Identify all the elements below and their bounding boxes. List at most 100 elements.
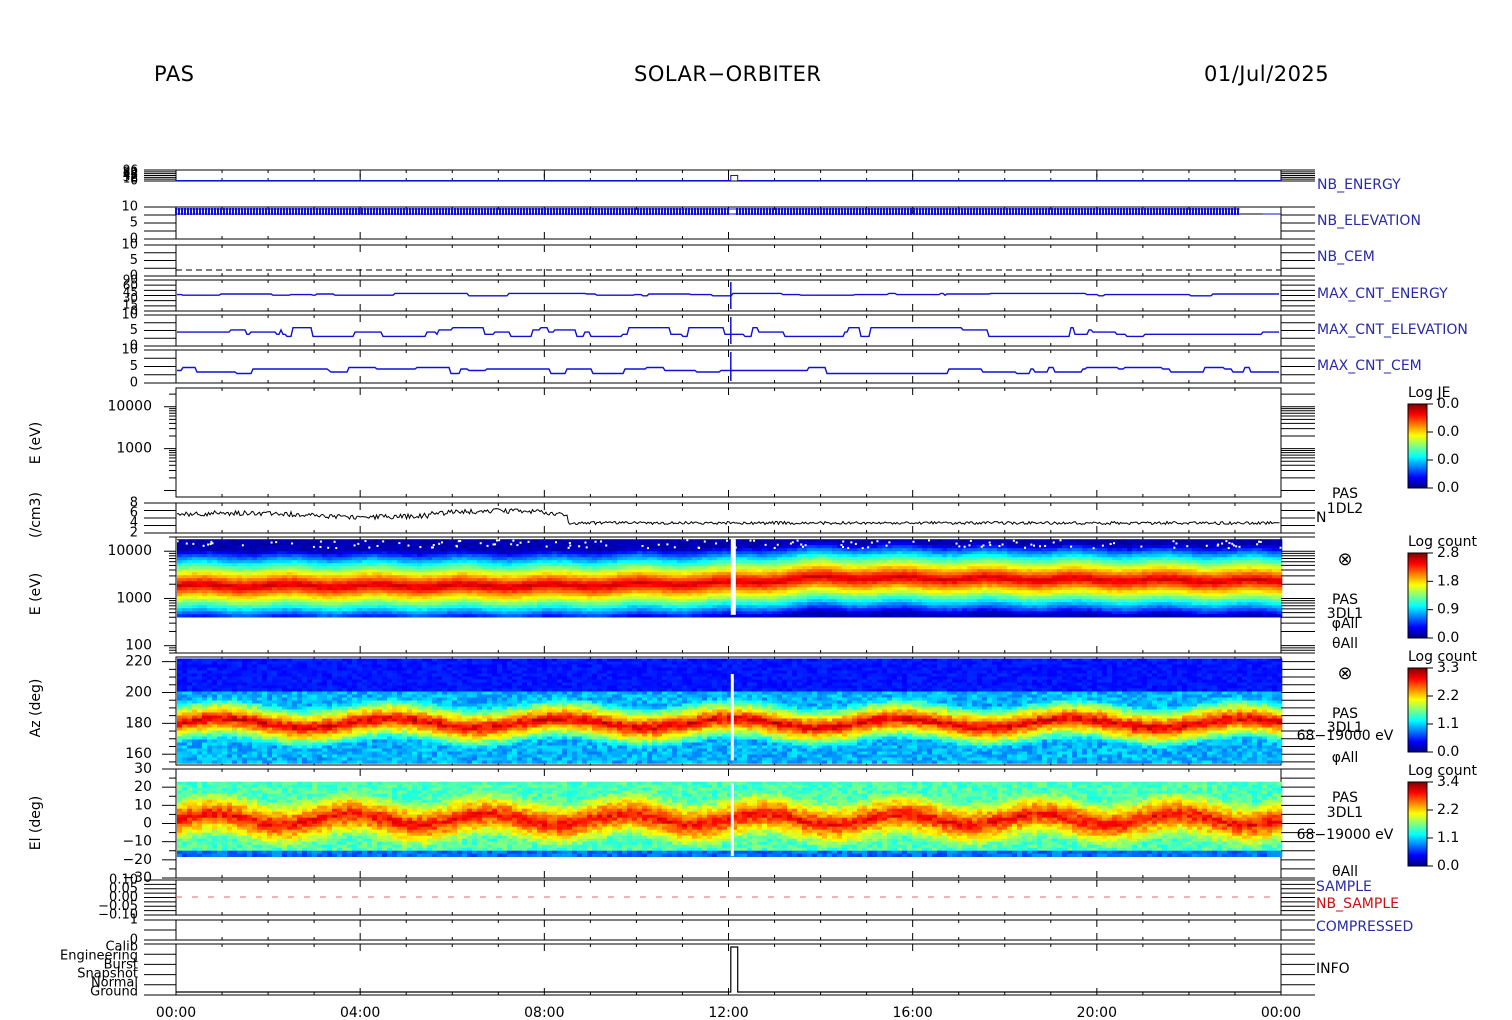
spectrogram-cell [227,599,233,603]
spectrogram-cell [362,572,368,576]
spectrogram-cell [892,614,898,618]
spectrogram-cell [842,611,848,615]
spectrogram-cell [737,557,743,561]
colorbar-tick-label: 0.0 [1437,424,1459,440]
spectrogram-cell [527,548,533,552]
spectrogram-cell [367,581,373,585]
spectrogram-cell [262,548,268,552]
spectrogram-cell [777,551,783,555]
spectrogram-cell [382,599,388,603]
spectrogram-cell [257,572,263,576]
spectrogram-cell [707,614,713,618]
spectrogram-cell [272,560,278,564]
spectrogram-cell [972,596,978,600]
spectrogram-cell [277,563,283,567]
spectrogram-cell [447,584,453,588]
spectrogram-cell [467,566,473,570]
spectrogram-cell [522,557,528,561]
spectrogram-cell [847,578,853,582]
spectrogram-cell [707,581,713,585]
spectrogram-cell [627,602,633,606]
spectrogram-cell [177,551,183,555]
spectrogram-cell [482,548,488,552]
spectrogram-cell [557,560,563,564]
spectrogram-cell [182,602,188,606]
spectrogram-cell [797,614,803,618]
spectrogram-cell [802,560,808,564]
spectrogram-cell [597,557,603,561]
spectrogram-cell [782,590,788,594]
spectrogram-cell [722,590,728,594]
spectrogram-cell [487,554,493,558]
spectrogram-cell [367,569,373,573]
spectrogram-cell [842,575,848,579]
spectrogram-cell [882,569,888,573]
spectrogram-cell [857,572,863,576]
spectrogram-cell [487,602,493,606]
spectrogram-cell [952,569,958,573]
spectrogram-cell [792,605,798,609]
spectrogram-cell [542,602,548,606]
spectrogram-cell [342,560,348,564]
spectrogram-cell [822,614,828,618]
spectrogram-cell [687,575,693,579]
spectrogram-cell [917,611,923,615]
spectrogram-cell [752,581,758,585]
spectrogram-cell [582,614,588,618]
spectrogram-cell [637,599,643,603]
spectrogram-cell [207,554,213,558]
spectrogram-cell [922,539,928,543]
spectrogram-cell [792,611,798,615]
spectrogram-cell [532,560,538,564]
spectrogram-cell [507,548,513,552]
spectrogram-cell [207,581,213,585]
spectrogram-cell [342,590,348,594]
spectrogram-cell [637,569,643,573]
spectrogram-cell [762,578,768,582]
spectrogram-cell [917,569,923,573]
spectrogram-cell [612,551,618,555]
spectrogram-cell [837,569,843,573]
nb-elevation-label: NB_ELEVATION [1317,213,1421,229]
spectrogram-cell [842,563,848,567]
spectrogram-cell [992,551,998,555]
spectrogram-cell [422,611,428,615]
spectrogram-cell [502,551,508,555]
spectrogram-cell [407,581,413,585]
spectrogram-cell [997,560,1003,564]
spectrogram-cell [802,563,808,567]
spectrogram-cell [822,572,828,576]
spectrogram-cell [527,557,533,561]
spectrogram-cell [762,572,768,576]
spectrogram-cell [897,593,903,597]
spectrogram-cell [702,542,708,546]
spectrogram-cell [767,542,773,546]
spectrogram-cell [297,596,303,600]
spectrogram-cell [197,542,203,546]
spectrogram-cell [937,542,943,546]
spectrogram-cell [537,554,543,558]
spectrogram-cell [907,575,913,579]
spectrogram-cell [632,557,638,561]
spectrogram-cell [837,608,843,612]
spectrogram-cell [677,581,683,585]
spectrogram-cell [807,590,813,594]
spectrogram-cell [202,560,208,564]
spectrogram-cell [567,572,573,576]
spectrogram-cell [402,548,408,552]
spectrogram-cell [887,548,893,552]
spectrogram-cell [502,593,508,597]
spectrogram-cell [407,590,413,594]
spectrogram-cell [662,581,668,585]
spectrogram-cell [757,545,763,549]
spectrogram-cell [252,548,258,552]
spectrogram-cell [722,542,728,546]
spectrogram-cell [602,584,608,588]
spectrogram-cell [402,587,408,591]
spectrogram-cell [552,578,558,582]
spectrogram-cell [637,539,643,543]
spectrogram-cell [202,602,208,606]
spectrogram-cell [767,551,773,555]
spectrogram-cell [457,602,463,606]
spectrogram-cell [762,557,768,561]
